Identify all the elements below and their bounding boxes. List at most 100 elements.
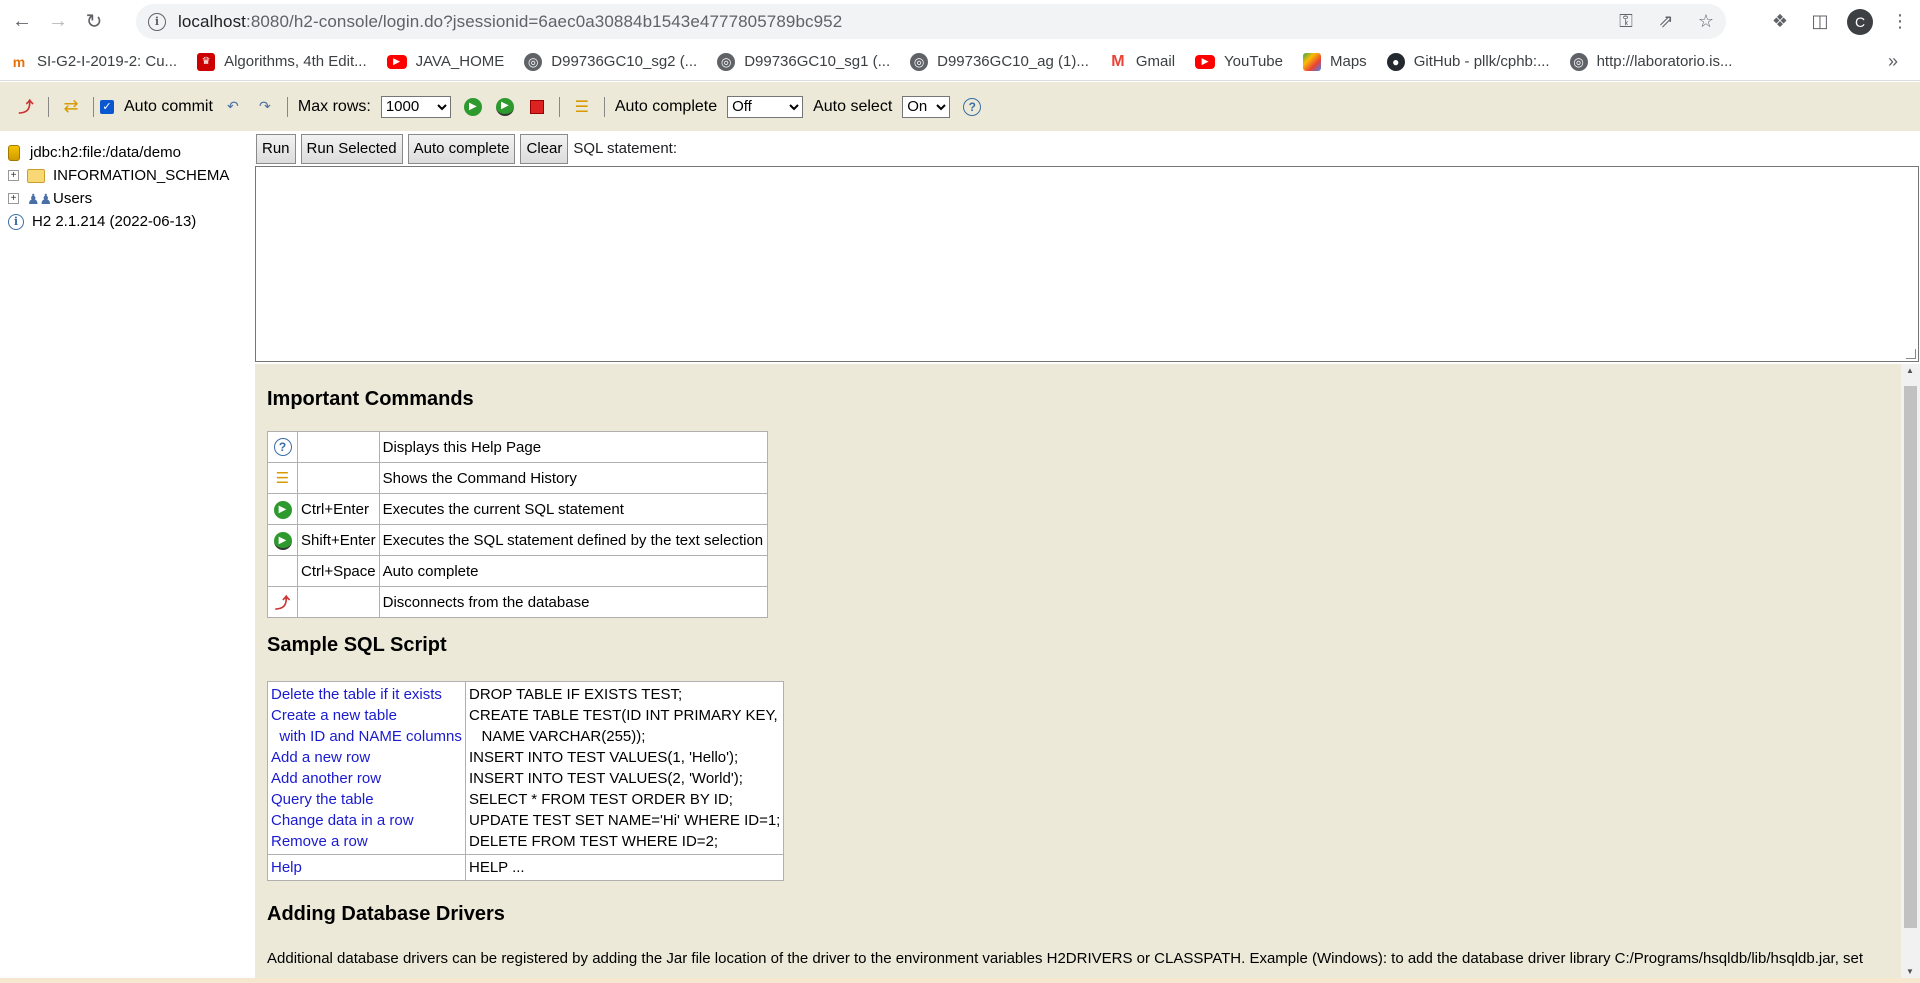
bookmark-item[interactable]: ◎ http://laboratorio.is... bbox=[1569, 52, 1732, 71]
auto-complete-select[interactable]: Off bbox=[727, 95, 804, 118]
globe-icon: ◎ bbox=[717, 52, 736, 71]
sample-sql-line: DELETE FROM TEST WHERE ID=2; bbox=[469, 833, 719, 850]
help-link[interactable]: Help bbox=[271, 857, 462, 878]
site-info-icon[interactable]: i bbox=[148, 12, 166, 31]
tree-users[interactable]: + ♟♟ Users bbox=[0, 187, 254, 210]
sample-link[interactable]: with ID and NAME columns bbox=[271, 726, 462, 747]
sample-sql-line: HELP ... bbox=[469, 859, 525, 876]
auto-complete-button[interactable]: Auto complete bbox=[407, 133, 516, 164]
scroll-up-arrow-icon[interactable]: ▲ bbox=[1906, 366, 1914, 375]
sql-statement-label: SQL statement: bbox=[573, 140, 678, 157]
sql-statement-textarea[interactable] bbox=[255, 166, 1919, 362]
youtube-icon: ▶ bbox=[1195, 54, 1216, 69]
scrollbar-thumb[interactable] bbox=[1904, 386, 1917, 928]
bookmark-item[interactable]: ♛ Algorithms, 4th Edit... bbox=[197, 52, 367, 71]
bookmark-item[interactable]: ◎ D99736GC10_sg2 (... bbox=[524, 52, 697, 71]
run-icon[interactable]: ▶ bbox=[462, 96, 484, 118]
max-rows-select[interactable]: 1000 bbox=[380, 95, 451, 118]
help-icon[interactable]: ? bbox=[961, 96, 983, 118]
sample-sql-line: INSERT INTO TEST VALUES(1, 'Hello'); bbox=[469, 749, 739, 766]
sample-link[interactable]: Delete the table if it exists bbox=[271, 684, 462, 705]
run-selected-icon: ▶ bbox=[273, 532, 292, 551]
globe-icon: ◎ bbox=[524, 52, 543, 71]
disconnect-icon: ⤴ bbox=[274, 594, 290, 612]
refresh-icon[interactable]: ⇄ bbox=[60, 96, 82, 118]
table-row: ▶ Shift+Enter Executes the SQL statement… bbox=[267, 524, 768, 556]
commands-table: ? Displays this Help Page ☰ Shows the Co… bbox=[267, 431, 768, 618]
auto-complete-label: Auto complete bbox=[614, 97, 718, 115]
back-arrow-icon[interactable]: ← bbox=[4, 4, 40, 40]
resize-grip-icon[interactable] bbox=[1906, 349, 1916, 359]
gmail-icon: M bbox=[1111, 52, 1125, 70]
help-scrollbar[interactable]: ▲ ▼ bbox=[1901, 364, 1920, 978]
tree-version: i H2 2.1.214 (2022-06-13) bbox=[0, 210, 254, 233]
forward-arrow-icon[interactable]: → bbox=[40, 4, 76, 40]
bookmark-star-icon[interactable]: ☆ bbox=[1686, 11, 1726, 32]
auto-commit-checkbox[interactable]: ✓ bbox=[100, 99, 114, 114]
bookmark-item[interactable]: Maps bbox=[1303, 52, 1367, 71]
bookmark-item[interactable]: ● GitHub - pllk/cphb:... bbox=[1386, 52, 1550, 71]
profile-avatar[interactable]: C bbox=[1847, 8, 1873, 35]
toolbar-separator bbox=[93, 96, 94, 117]
important-commands-heading: Important Commands bbox=[267, 388, 474, 410]
max-rows-label: Max rows: bbox=[297, 97, 371, 115]
reload-icon[interactable]: ↻ bbox=[76, 4, 112, 40]
rollback-icon[interactable]: ↶ bbox=[222, 96, 244, 118]
stop-icon[interactable] bbox=[526, 96, 548, 118]
extensions-puzzle-icon[interactable]: ❖ bbox=[1760, 11, 1800, 32]
address-bar[interactable]: i localhost:8080/h2-console/login.do?jse… bbox=[136, 4, 1726, 39]
bookmark-item[interactable]: ▶ YouTube bbox=[1195, 53, 1283, 70]
run-selected-icon[interactable]: ▶ bbox=[494, 96, 516, 118]
info-icon: i bbox=[8, 213, 24, 230]
history-icon: ☰ bbox=[275, 470, 290, 487]
side-panel-icon[interactable]: ◫ bbox=[1800, 11, 1840, 32]
url-text[interactable]: localhost:8080/h2-console/login.do?jsess… bbox=[178, 12, 842, 32]
adding-drivers-heading: Adding Database Drivers bbox=[267, 903, 505, 925]
sample-sql-line: UPDATE TEST SET NAME='Hi' WHERE ID=1; bbox=[469, 812, 781, 829]
scroll-down-arrow-icon[interactable]: ▼ bbox=[1906, 967, 1914, 976]
sample-link[interactable]: Add another row bbox=[271, 768, 462, 789]
share-icon[interactable]: ⇗ bbox=[1646, 11, 1686, 32]
table-row: ⤴ Disconnects from the database bbox=[267, 586, 768, 618]
history-icon[interactable]: ☰ bbox=[571, 96, 593, 118]
github-icon: ● bbox=[1386, 52, 1405, 71]
sample-link[interactable]: Create a new table bbox=[271, 705, 462, 726]
h2-toolbar: ⤴ ⇄ ✓ Auto commit ↶ ↷ Max rows: 1000 ▶ ▶… bbox=[0, 82, 1920, 131]
youtube-icon: ▶ bbox=[386, 54, 407, 69]
sample-sql-line: SELECT * FROM TEST ORDER BY ID; bbox=[469, 791, 733, 808]
sample-sql-table: Delete the table if it exists Create a n… bbox=[267, 681, 785, 881]
sample-link[interactable]: Add a new row bbox=[271, 747, 462, 768]
bookmark-item[interactable]: ◎ D99736GC10_ag (1)... bbox=[910, 52, 1089, 71]
help-icon: ? bbox=[273, 438, 292, 456]
sample-link[interactable]: Query the table bbox=[271, 789, 462, 810]
bookmark-item[interactable]: m SI-G2-I-2019-2: Cu... bbox=[10, 52, 177, 71]
bookmarks-overflow-icon[interactable]: » bbox=[1888, 51, 1898, 72]
sample-link[interactable]: Remove a row bbox=[271, 831, 462, 852]
expand-plus-icon[interactable]: + bbox=[8, 170, 19, 181]
key-icon[interactable]: ⚿ bbox=[1606, 11, 1646, 32]
bookmarks-bar: m SI-G2-I-2019-2: Cu... ♛ Algorithms, 4th … bbox=[0, 43, 1920, 81]
menu-kebab-icon[interactable]: ⋮ bbox=[1880, 11, 1920, 32]
toolbar-separator bbox=[558, 96, 560, 117]
table-row: Help HELP ... bbox=[267, 854, 785, 881]
commit-icon[interactable]: ↷ bbox=[254, 96, 276, 118]
bookmark-item[interactable]: ◎ D99736GC10_sg1 (... bbox=[717, 52, 890, 71]
object-tree: jdbc:h2:file:/data/demo + INFORMATION_SC… bbox=[0, 131, 254, 983]
clear-button[interactable]: Clear bbox=[520, 133, 569, 164]
table-row: Delete the table if it exists Create a n… bbox=[267, 681, 785, 855]
sample-link[interactable]: Change data in a row bbox=[271, 810, 462, 831]
disconnect-icon[interactable]: ⤴ bbox=[15, 96, 37, 118]
tree-schema[interactable]: + INFORMATION_SCHEMA bbox=[0, 164, 254, 187]
orange-logo-icon: m bbox=[10, 52, 28, 71]
run-selected-button[interactable]: Run Selected bbox=[300, 133, 403, 164]
tree-connection[interactable]: jdbc:h2:file:/data/demo bbox=[0, 141, 254, 164]
expand-plus-icon[interactable]: + bbox=[8, 193, 19, 204]
bookmark-item[interactable]: ▶ JAVA_HOME bbox=[386, 53, 504, 70]
bookmark-item[interactable]: M Gmail bbox=[1109, 53, 1175, 71]
toolbar-separator bbox=[48, 96, 49, 117]
bottom-strip bbox=[0, 978, 1920, 983]
auto-select-select[interactable]: On bbox=[902, 95, 951, 118]
run-button[interactable]: Run bbox=[256, 133, 296, 164]
users-icon: ♟♟ bbox=[27, 190, 53, 207]
drivers-paragraph: Additional database drivers can be regis… bbox=[267, 950, 1864, 967]
